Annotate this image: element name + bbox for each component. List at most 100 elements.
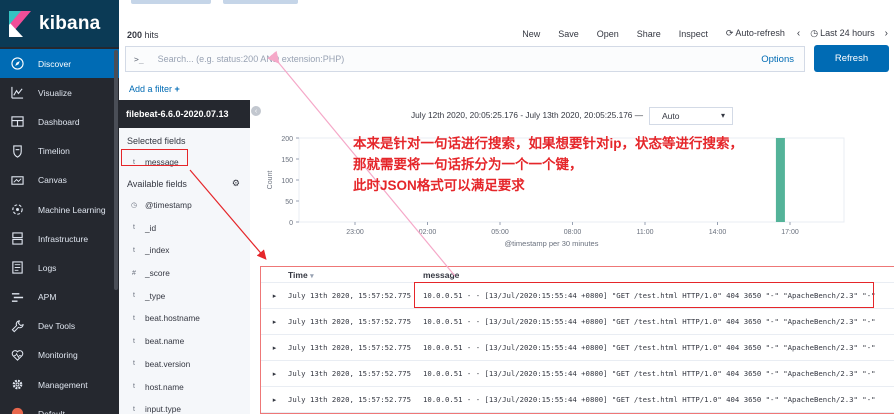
time-picker-button[interactable]: ◷ Last 24 hours xyxy=(810,28,874,39)
sidebar-scrollbar[interactable] xyxy=(114,50,118,290)
row-message: 10.0.0.51 - - [13/Jul/2020:15:55:44 +080… xyxy=(423,395,876,404)
available-fields-heading: Available fields ⚙ xyxy=(119,174,250,194)
table-row[interactable]: ▸ July 13th 2020, 15:57:52.775 10.0.0.51 -… xyxy=(261,361,894,387)
table-row[interactable]: ▸ July 13th 2020, 15:57:52.775 10.0.0.51 -… xyxy=(261,335,894,361)
expand-row-icon[interactable]: ▸ xyxy=(261,370,288,378)
chevron-left-icon[interactable]: ‹ xyxy=(797,28,800,39)
top-tabs xyxy=(131,0,331,5)
row-message: 10.0.0.51 - - [13/Jul/2020:15:55:44 +080… xyxy=(423,343,876,352)
dashboard-icon xyxy=(10,115,24,129)
available-fields: ◷ @timestamp t _id t _index # _score t _type t beat… xyxy=(119,194,250,414)
add-filter-label: Add a filter xyxy=(129,84,173,94)
kibana-logo[interactable]: kibana xyxy=(0,0,119,47)
annotation-text: 本来是针对一句话进行搜索，如果想要针对ip，状态等进行搜索， 那就需要将一句话拆… xyxy=(353,133,743,196)
field-name: _score xyxy=(145,268,170,279)
expand-row-icon[interactable]: ▸ xyxy=(261,344,288,352)
sidebar-item-dev-tools[interactable]: Dev Tools xyxy=(0,312,119,341)
kibana-logo-icon xyxy=(9,10,31,37)
x-tick-label: 02:00 xyxy=(419,229,437,236)
y-tick-label: 50 xyxy=(285,199,293,206)
interval-select[interactable]: Auto ▾ xyxy=(649,107,733,125)
field-name: _id xyxy=(145,222,157,233)
search-input[interactable] xyxy=(157,54,678,64)
field-name: _index xyxy=(145,245,170,256)
ml-icon xyxy=(10,203,24,217)
sidebar-item-machine-learning[interactable]: Machine Learning xyxy=(0,195,119,224)
sidebar-item-label: Monitoring xyxy=(38,350,78,361)
auto-refresh-button[interactable]: ⟳ Auto-refresh xyxy=(726,28,785,39)
x-tick-label: 05:00 xyxy=(491,229,509,236)
field-item[interactable]: t beat.name xyxy=(119,330,250,353)
share-button[interactable]: Share xyxy=(637,29,661,39)
sidebar-item-management[interactable]: Management xyxy=(0,370,119,399)
chart-icon xyxy=(10,86,24,100)
table-row[interactable]: ▸ July 13th 2020, 15:57:52.775 10.0.0.51 -… xyxy=(261,309,894,335)
string-type-icon: t xyxy=(133,246,135,254)
field-item[interactable]: t _index xyxy=(119,239,250,262)
index-pattern-selector[interactable]: filebeat-6.6.0-2020.07.13 xyxy=(119,100,250,128)
string-type-icon: t xyxy=(133,292,135,300)
chevron-right-icon[interactable]: › xyxy=(885,28,888,39)
sidebar-item-label: Machine Learning xyxy=(38,204,106,215)
field-item[interactable]: t input.type xyxy=(119,398,250,414)
selected-fields-heading: Selected fields xyxy=(127,136,186,146)
field-item[interactable]: # _score xyxy=(119,262,250,285)
inspect-button[interactable]: Inspect xyxy=(679,29,708,39)
string-type-icon: t xyxy=(133,360,135,368)
field-item[interactable]: t _type xyxy=(119,284,250,307)
row-time: July 13th 2020, 15:57:52.775 xyxy=(288,317,412,326)
options-button[interactable]: Options xyxy=(761,54,794,65)
column-time[interactable]: Time ▾ xyxy=(288,270,423,280)
string-type-icon: t xyxy=(133,405,135,413)
sidebar-item-canvas[interactable]: Canvas xyxy=(0,166,119,195)
auto-refresh-label: Auto-refresh xyxy=(735,28,785,38)
sidebar-item-dashboard[interactable]: Dashboard xyxy=(0,107,119,136)
new-button[interactable]: New xyxy=(522,29,540,39)
sort-icon[interactable]: ▾ xyxy=(310,273,314,280)
expand-row-icon[interactable]: ▸ xyxy=(261,396,288,404)
field-name: beat.version xyxy=(145,358,191,369)
field-item[interactable]: t _id xyxy=(119,216,250,239)
open-button[interactable]: Open xyxy=(597,29,619,39)
row-message: 10.0.0.51 - - [13/Jul/2020:15:55:44 +080… xyxy=(423,369,876,378)
top-tab[interactable] xyxy=(223,0,298,4)
row-time: July 13th 2020, 15:57:52.775 xyxy=(288,369,412,378)
x-axis-label: @timestamp per 30 minutes xyxy=(505,239,599,248)
field-item[interactable]: t host.name xyxy=(119,375,250,398)
hits-number: 200 xyxy=(127,30,143,40)
sidebar-item-default[interactable]: Default xyxy=(0,399,119,414)
sidebar-item-discover[interactable]: Discover xyxy=(0,49,119,79)
expand-row-icon[interactable]: ▸ xyxy=(261,318,288,326)
x-tick-label: 17:00 xyxy=(781,229,799,236)
table-row[interactable]: ▸ July 13th 2020, 15:57:52.775 10.0.0.51 -… xyxy=(261,387,894,413)
x-tick-label: 11:00 xyxy=(637,229,654,236)
query-bar: >_ Options Refresh xyxy=(125,45,889,72)
refresh-button[interactable]: Refresh xyxy=(814,45,889,72)
top-tab[interactable] xyxy=(131,0,211,4)
x-tick-label: 14:00 xyxy=(709,229,727,236)
sidebar-item-apm[interactable]: APM xyxy=(0,283,119,312)
sidebar-item-monitoring[interactable]: Monitoring xyxy=(0,341,119,370)
sidebar-item-logs[interactable]: Logs xyxy=(0,253,119,282)
sidebar-item-infrastructure[interactable]: Infrastructure xyxy=(0,224,119,253)
expand-row-icon[interactable]: ▸ xyxy=(261,292,288,300)
field-item[interactable]: t beat.hostname xyxy=(119,307,250,330)
sidebar-item-timelion[interactable]: Timelion xyxy=(0,137,119,166)
interval-value: Auto xyxy=(662,111,680,121)
field-item[interactable]: ◷ @timestamp xyxy=(119,194,250,217)
collapse-sidebar-icon[interactable]: ‹ xyxy=(251,106,261,116)
query-box: >_ Options xyxy=(125,46,805,72)
add-filter-button[interactable]: Add a filter + xyxy=(129,84,180,94)
sidebar-item-visualize[interactable]: Visualize xyxy=(0,78,119,107)
field-item[interactable]: t beat.version xyxy=(119,353,250,376)
column-message[interactable]: message xyxy=(423,270,459,280)
gear-icon[interactable]: ⚙ xyxy=(232,178,240,189)
sidebar-item-label: Management xyxy=(38,379,88,390)
annotation-line-1: 本来是针对一句话进行搜索，如果想要针对ip，状态等进行搜索， xyxy=(353,136,743,151)
highlight-box-message-field xyxy=(121,149,188,166)
gear-icon xyxy=(10,378,24,392)
hits-count: 200 hits xyxy=(127,30,159,40)
number-type-icon: # xyxy=(132,269,136,277)
save-button[interactable]: Save xyxy=(558,29,579,39)
sidebar-nav: Discover Visualize Dashboard Timelion Canvas… xyxy=(0,49,119,414)
